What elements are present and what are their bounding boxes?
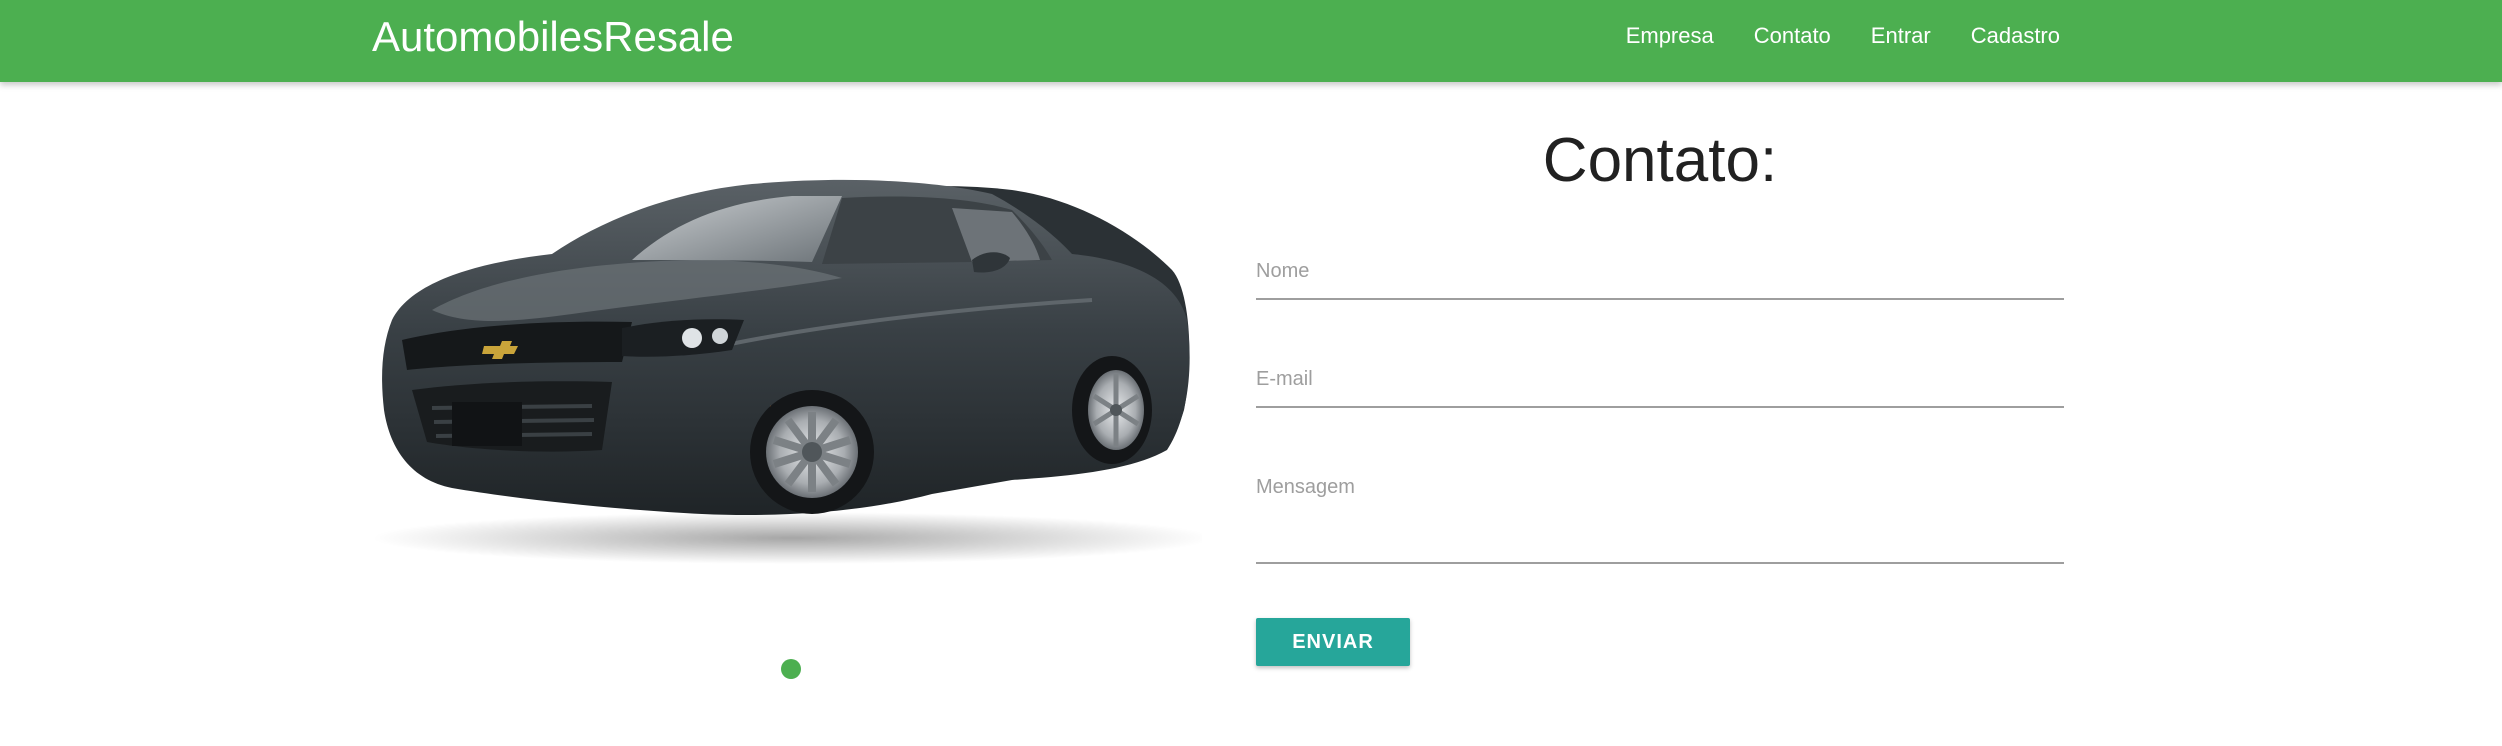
carousel-indicator[interactable] [781, 659, 801, 679]
name-field-underline [1256, 298, 2064, 300]
message-field-underline [1256, 562, 2064, 564]
car-illustration [372, 179, 1212, 564]
email-input[interactable] [1256, 366, 2064, 408]
navbar: AutomobilesResale Empresa Contato Entrar… [0, 0, 2502, 82]
email-field-underline [1256, 406, 2064, 408]
message-field[interactable]: Mensagem [1256, 474, 2064, 566]
message-textarea[interactable] [1256, 504, 2064, 564]
nav-link-cadastro[interactable]: Cadastro [1951, 20, 2060, 52]
nav-link-entrar[interactable]: Entrar [1851, 20, 1951, 52]
nav-links: Empresa Contato Entrar Cadastro [1606, 20, 2060, 52]
nav-link-contato[interactable]: Contato [1734, 20, 1851, 52]
name-field[interactable]: Nome [1256, 258, 2064, 300]
car-image [372, 150, 1212, 570]
contact-title: Contato: [1542, 126, 1778, 195]
nav-link-empresa[interactable]: Empresa [1606, 20, 1734, 52]
email-field[interactable]: E-mail [1256, 366, 2064, 408]
name-input[interactable] [1256, 258, 2064, 300]
message-field-label: Mensagem [1256, 476, 1355, 498]
brand-logo[interactable]: AutomobilesResale [372, 12, 734, 62]
submit-button[interactable]: ENVIAR [1256, 618, 1410, 666]
